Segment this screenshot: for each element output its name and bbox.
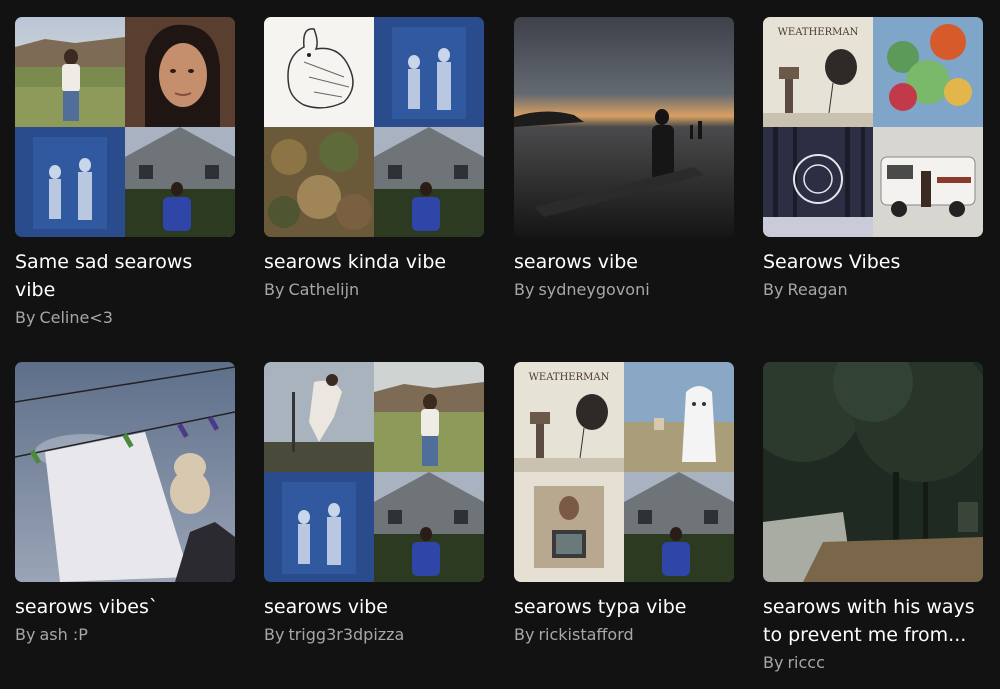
cover-tile-landscape-portrait (374, 362, 484, 472)
playlist-author[interactable]: By ash :P (15, 624, 235, 646)
cover-tile-dried-flowers (264, 127, 374, 237)
playlist-card[interactable]: searows kinda vibe By Cathelijn (264, 17, 484, 301)
cover-tile-blue-cyanotype (15, 127, 125, 237)
cover-tile-camper-van (873, 127, 983, 237)
playlist-title[interactable]: searows vibes` (15, 593, 235, 621)
playlist-title[interactable]: searows vibe (514, 248, 734, 276)
playlist-card[interactable]: searows vibe By trigg3r3dpizza (264, 362, 484, 646)
playlist-card[interactable]: searows vibes` By ash :P (15, 362, 235, 646)
cover-tile-winter-forest-emblem (763, 127, 873, 237)
cover-tile-face-portrait (125, 17, 235, 127)
playlist-author[interactable]: By trigg3r3dpizza (264, 624, 484, 646)
by-label: By (15, 625, 36, 644)
author-name[interactable]: sydneygovoni (538, 280, 649, 299)
cover-tile-landscape-portrait (15, 17, 125, 127)
cover-tile-blue-cyanotype (264, 472, 374, 582)
cover-tile-tv-portrait (514, 472, 624, 582)
playlist-author[interactable]: By riccc (763, 652, 983, 674)
by-label: By (514, 280, 535, 299)
playlist-author[interactable]: By Reagan (763, 279, 983, 301)
playlist-cover-image[interactable] (15, 362, 235, 582)
cover-tile-blue-cyanotype (374, 17, 484, 127)
playlist-card[interactable]: searows with his ways to prevent me from… (763, 362, 983, 674)
by-label: By (264, 625, 285, 644)
playlist-cover-mosaic[interactable]: WEATHERMAN (514, 362, 734, 582)
playlist-author[interactable]: By sydneygovoni (514, 279, 734, 301)
playlist-title[interactable]: searows with his ways to prevent me from… (763, 593, 983, 649)
playlist-title[interactable]: Same sad searows vibe (15, 248, 235, 304)
playlist-author[interactable]: By Cathelijn (264, 279, 484, 301)
cover-tile-weatherman-album: WEATHERMAN (514, 362, 624, 472)
playlist-cover-mosaic[interactable] (264, 362, 484, 582)
playlist-cover-mosaic[interactable] (264, 17, 484, 237)
cover-tile-ghost-field (624, 362, 734, 472)
playlist-card[interactable]: Same sad searows vibe By Celine<3 (15, 17, 235, 329)
playlist-title[interactable]: Searows Vibes (763, 248, 983, 276)
author-name[interactable]: Celine<3 (39, 308, 112, 327)
by-label: By (763, 653, 784, 672)
author-name[interactable]: trigg3r3dpizza (288, 625, 404, 644)
cover-tile-jumping-figure (264, 362, 374, 472)
weatherman-art-text: WEATHERMAN (778, 27, 859, 38)
cover-tile-weatherman-album: WEATHERMAN (763, 17, 873, 127)
by-label: By (264, 280, 285, 299)
playlist-card[interactable]: searows vibe By sydneygovoni (514, 17, 734, 301)
playlist-cover-mosaic[interactable]: WEATHERMAN (763, 17, 983, 237)
cover-tile-house-portrait (624, 472, 734, 582)
playlist-grid: Same sad searows vibe By Celine<3 searow… (0, 0, 1000, 689)
playlist-card[interactable]: WEATHERMAN (514, 362, 734, 646)
cover-tile-house-portrait (374, 127, 484, 237)
playlist-cover-mosaic[interactable] (15, 17, 235, 237)
playlist-title[interactable]: searows typa vibe (514, 593, 734, 621)
playlist-title[interactable]: searows kinda vibe (264, 248, 484, 276)
by-label: By (514, 625, 535, 644)
cover-tile-rabbit-sketch (264, 17, 374, 127)
playlist-cover-image[interactable] (763, 362, 983, 582)
cover-image-sunset-beach (514, 17, 734, 237)
author-name[interactable]: riccc (787, 653, 824, 672)
cover-image-clothesline-teddy (15, 362, 235, 582)
author-name[interactable]: rickistafford (538, 625, 633, 644)
cover-tile-house-portrait (374, 472, 484, 582)
weatherman-art-text: WEATHERMAN (529, 372, 610, 383)
cover-tile-vegetables-art (873, 17, 983, 127)
by-label: By (763, 280, 784, 299)
cover-tile-house-portrait (125, 127, 235, 237)
cover-image-night-garden (763, 362, 983, 582)
author-name[interactable]: ash :P (39, 625, 87, 644)
playlist-author[interactable]: By rickistafford (514, 624, 734, 646)
by-label: By (15, 308, 36, 327)
playlist-author[interactable]: By Celine<3 (15, 307, 235, 329)
playlist-cover-image[interactable] (514, 17, 734, 237)
playlist-card[interactable]: WEATHERMAN (763, 17, 983, 301)
author-name[interactable]: Reagan (787, 280, 847, 299)
playlist-title[interactable]: searows vibe (264, 593, 484, 621)
author-name[interactable]: Cathelijn (288, 280, 359, 299)
